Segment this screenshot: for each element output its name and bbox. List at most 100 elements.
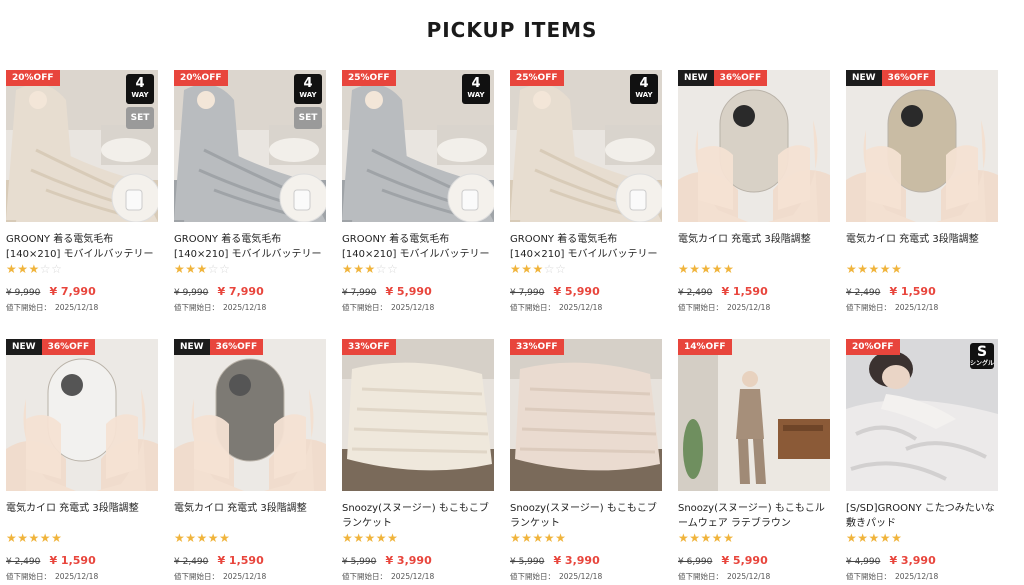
star-icon: ★ — [868, 531, 880, 545]
badge-group: 25%OFF — [510, 70, 564, 86]
product-name[interactable]: 電気カイロ 充電式 3段階調整 — [6, 501, 158, 531]
product-image[interactable]: 25%OFF 4 WAY — [342, 70, 494, 222]
star-icon: ☆ — [555, 262, 567, 276]
product-card[interactable]: 33%OFF Snoozy(スヌージー) もこもこブランケット ★★★★★ ¥ … — [510, 339, 662, 582]
original-price: ¥ 2,490 — [846, 288, 881, 298]
sale-price: ¥ 1,590 — [49, 554, 96, 567]
product-card[interactable]: 25%OFF 4 WAY GROONY 着る電気毛布 [140×210] モバイ… — [510, 70, 662, 313]
original-price: ¥ 2,490 — [174, 557, 209, 567]
product-name[interactable]: Snoozy(スヌージー) もこもこルームウェア ラテブラウン — [678, 501, 830, 531]
product-photo — [678, 70, 830, 222]
star-icon: ★ — [17, 531, 29, 545]
star-icon: ★ — [28, 262, 40, 276]
product-card[interactable]: 14%OFF Snoozy(スヌージー) もこもこルームウェア ラテブラウン ★… — [678, 339, 830, 582]
date-label: 値下開始日： — [510, 572, 555, 581]
date-value: 2025/12/18 — [55, 572, 99, 581]
star-icon: ★ — [51, 531, 63, 545]
star-icon: ★ — [555, 531, 567, 545]
discount-badge: 36%OFF — [209, 339, 264, 355]
product-image[interactable]: NEW 36%OFF — [6, 339, 158, 491]
product-image[interactable]: 33%OFF — [510, 339, 662, 491]
product-name[interactable]: 電気カイロ 充電式 3段階調整 — [174, 501, 326, 531]
4way-badge: 4 WAY — [294, 74, 322, 104]
rating-stars: ★★★★★ — [846, 531, 998, 545]
4way-badge: 4 WAY — [462, 74, 490, 104]
product-image[interactable]: NEW 36%OFF — [174, 339, 326, 491]
star-icon: ★ — [510, 531, 522, 545]
star-icon: ★ — [700, 531, 712, 545]
star-icon: ☆ — [39, 262, 52, 276]
price-drop-date: 値下開始日： 2025/12/18 — [510, 571, 662, 582]
star-icon: ★ — [857, 262, 869, 276]
badge-group: 14%OFF — [678, 339, 732, 355]
sale-price: ¥ 5,990 — [385, 285, 432, 298]
star-icon: ★ — [375, 531, 388, 545]
product-card[interactable]: NEW 36%OFF 電気カイロ 充電式 3段階調整 ★★★★★ ¥ 2,490 … — [846, 70, 998, 313]
star-icon: ★ — [6, 531, 18, 545]
star-icon: ★ — [17, 262, 29, 276]
product-card[interactable]: 20%OFF 4 WAY SET GROONY 着る電気毛布 [140×210] … — [174, 70, 326, 313]
badge-group: 20%OFF — [6, 70, 60, 86]
size-letter: S — [976, 344, 988, 360]
star-icon: ★ — [521, 262, 533, 276]
rating-stars: ★★★★★ — [6, 531, 158, 545]
rating-stars: ★★★★★ — [678, 262, 830, 276]
star-icon: ★ — [891, 531, 903, 545]
original-price: ¥ 2,490 — [678, 288, 713, 298]
date-label: 値下開始日： — [6, 303, 51, 312]
star-icon: ★ — [689, 262, 701, 276]
product-card[interactable]: NEW 36%OFF 電気カイロ 充電式 3段階調整 ★★★★★ ¥ 2,490 … — [6, 339, 158, 582]
star-icon: ★ — [521, 531, 533, 545]
price-row: ¥ 5,990 ¥ 3,990 — [342, 551, 494, 567]
product-name[interactable]: GROONY 着る電気毛布 [140×210] モバイルバッテリーセッ… — [6, 232, 158, 262]
product-image[interactable]: 14%OFF — [678, 339, 830, 491]
set-badge: SET — [294, 107, 322, 129]
product-image[interactable]: 25%OFF 4 WAY — [510, 70, 662, 222]
product-name[interactable]: GROONY 着る電気毛布 [140×210] モバイルバッテリーセッ… — [510, 232, 662, 262]
product-image[interactable]: NEW 36%OFF — [678, 70, 830, 222]
date-label: 値下開始日： — [846, 303, 891, 312]
product-name[interactable]: Snoozy(スヌージー) もこもこブランケット — [510, 501, 662, 531]
way-label: WAY — [467, 91, 485, 99]
product-name[interactable]: GROONY 着る電気毛布 [140×210] モバイルバッテリーセッ… — [174, 232, 326, 262]
product-image[interactable]: 33%OFF — [342, 339, 494, 491]
price-drop-date: 値下開始日： 2025/12/18 — [510, 302, 662, 313]
star-icon: ☆ — [219, 262, 231, 276]
badge-group: NEW 36%OFF — [174, 339, 264, 355]
product-image[interactable]: NEW 36%OFF — [846, 70, 998, 222]
price-drop-date: 値下開始日： 2025/12/18 — [6, 571, 158, 582]
product-image[interactable]: 20%OFF S シングル — [846, 339, 998, 491]
star-icon: ★ — [196, 531, 208, 545]
star-icon: ★ — [711, 531, 724, 545]
product-card[interactable]: NEW 36%OFF 電気カイロ 充電式 3段階調整 ★★★★★ ¥ 2,490 … — [174, 339, 326, 582]
product-name[interactable]: [S/SD]GROONY こたつみたいな敷きパッド — [846, 501, 998, 531]
discount-badge: 36%OFF — [41, 339, 96, 355]
product-name[interactable]: 電気カイロ 充電式 3段階調整 — [678, 232, 830, 262]
star-icon: ★ — [185, 531, 197, 545]
product-photo — [846, 70, 998, 222]
product-name[interactable]: 電気カイロ 充電式 3段階調整 — [846, 232, 998, 262]
product-image[interactable]: 20%OFF 4 WAY SET — [174, 70, 326, 222]
product-card[interactable]: NEW 36%OFF 電気カイロ 充電式 3段階調整 ★★★★★ ¥ 2,490 … — [678, 70, 830, 313]
sale-price: ¥ 1,590 — [721, 285, 768, 298]
size-badge: S シングル — [970, 343, 994, 369]
product-card[interactable]: 33%OFF Snoozy(スヌージー) もこもこブランケット ★★★★★ ¥ … — [342, 339, 494, 582]
product-photo — [342, 339, 494, 491]
sale-price: ¥ 1,590 — [889, 285, 936, 298]
sale-price: ¥ 7,990 — [49, 285, 96, 298]
product-name[interactable]: GROONY 着る電気毛布 [140×210] モバイルバッテリーセッ… — [342, 232, 494, 262]
product-card[interactable]: 20%OFF S シングル [S/SD]GROONY こたつみたいな敷きパッド … — [846, 339, 998, 582]
discount-badge: 20%OFF — [6, 70, 60, 86]
set-badge: SET — [126, 107, 154, 129]
original-price: ¥ 7,990 — [342, 288, 377, 298]
product-photo — [6, 339, 158, 491]
star-icon: ★ — [28, 531, 40, 545]
product-card[interactable]: 20%OFF 4 WAY SET GROONY 着る電気毛布 [140×210] … — [6, 70, 158, 313]
sale-price: ¥ 3,990 — [889, 554, 936, 567]
sale-price: ¥ 5,990 — [553, 285, 600, 298]
product-card[interactable]: 25%OFF 4 WAY GROONY 着る電気毛布 [140×210] モバイ… — [342, 70, 494, 313]
badge-group: NEW 36%OFF — [846, 70, 936, 86]
star-icon: ★ — [219, 531, 231, 545]
product-image[interactable]: 20%OFF 4 WAY SET — [6, 70, 158, 222]
product-name[interactable]: Snoozy(スヌージー) もこもこブランケット — [342, 501, 494, 531]
